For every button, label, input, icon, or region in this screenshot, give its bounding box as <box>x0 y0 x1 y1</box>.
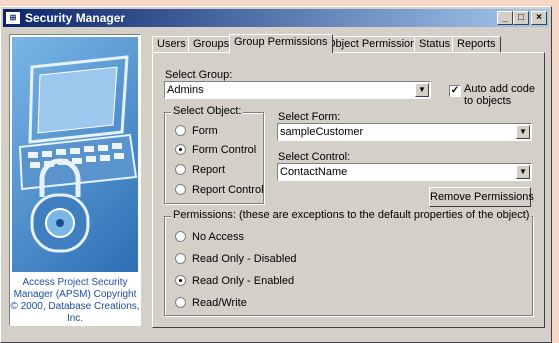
radio-button-icon[interactable] <box>175 275 186 286</box>
radio-form[interactable]: Form <box>175 125 218 137</box>
title-bar[interactable]: ⊞ Security Manager _ □ × <box>3 9 549 27</box>
remove-permissions-button[interactable]: Remove Permissions <box>429 187 534 207</box>
radio-report-control[interactable]: Report Control <box>175 184 264 196</box>
maximize-button[interactable]: □ <box>513 11 529 25</box>
radio-form-control[interactable]: Form Control <box>175 144 256 156</box>
tab-users[interactable]: Users <box>152 36 191 52</box>
radio-button-icon[interactable] <box>175 144 186 155</box>
select-control-combo[interactable]: ContactName ▼ <box>277 163 532 181</box>
tab-object-permissions[interactable]: Object Permissions <box>322 36 427 52</box>
laptop-padlock-illustration <box>12 37 138 272</box>
sidebar-panel: Access Project Security Manager (APSM) C… <box>9 34 141 326</box>
radio-read-write[interactable]: Read/Write <box>175 297 247 309</box>
permissions-group: Permissions: (these are exceptions to th… <box>164 209 533 316</box>
select-group-label: Select Group: <box>165 69 233 81</box>
select-form-value: sampleCustomer <box>280 126 364 138</box>
radio-read-only-enabled[interactable]: Read Only - Enabled <box>175 275 294 287</box>
auto-add-checkbox[interactable]: ✓ <box>449 85 461 97</box>
close-button[interactable]: × <box>531 11 547 25</box>
credit-text: Access Project Security Manager (APSM) C… <box>10 277 140 324</box>
tab-reports[interactable]: Reports <box>452 36 501 52</box>
select-object-group: Select Object: Form Form Control Report … <box>164 105 264 204</box>
tab-groups[interactable]: Groups <box>188 36 235 52</box>
radio-no-access[interactable]: No Access <box>175 231 244 243</box>
radio-button-icon[interactable] <box>175 231 186 242</box>
chevron-down-icon[interactable]: ▼ <box>415 83 429 97</box>
tab-status[interactable]: Status <box>414 36 456 52</box>
select-form-label: Select Form: <box>278 111 341 123</box>
radio-button-icon[interactable] <box>175 164 186 175</box>
access-form-icon: ⊞ <box>6 12 20 24</box>
radio-report[interactable]: Report <box>175 164 225 176</box>
select-group-value: Admins <box>167 84 204 96</box>
radio-read-only-disabled[interactable]: Read Only - Disabled <box>175 253 297 265</box>
minimize-button[interactable]: _ <box>497 11 513 25</box>
radio-button-icon[interactable] <box>175 184 186 195</box>
window-title: Security Manager <box>25 11 126 25</box>
auto-add-label: Auto add code to objects <box>464 83 535 107</box>
select-control-label: Select Control: <box>278 151 351 163</box>
select-object-label: Select Object: <box>171 105 244 117</box>
select-form-combo[interactable]: sampleCustomer ▼ <box>277 123 532 141</box>
radio-button-icon[interactable] <box>175 297 186 308</box>
group-permissions-panel: Select Group: Admins ▼ ✓ Auto add code t… <box>152 52 545 328</box>
radio-button-icon[interactable] <box>175 253 186 264</box>
chevron-down-icon[interactable]: ▼ <box>516 125 530 139</box>
select-control-value: ContactName <box>280 166 348 178</box>
select-group-combo[interactable]: Admins ▼ <box>164 81 431 99</box>
laptop-padlock-icon <box>18 55 138 253</box>
tab-group-permissions[interactable]: Group Permissions <box>229 34 333 53</box>
permissions-label: Permissions: (these are exceptions to th… <box>171 209 532 221</box>
chevron-down-icon[interactable]: ▼ <box>516 165 530 179</box>
radio-button-icon[interactable] <box>175 125 186 136</box>
